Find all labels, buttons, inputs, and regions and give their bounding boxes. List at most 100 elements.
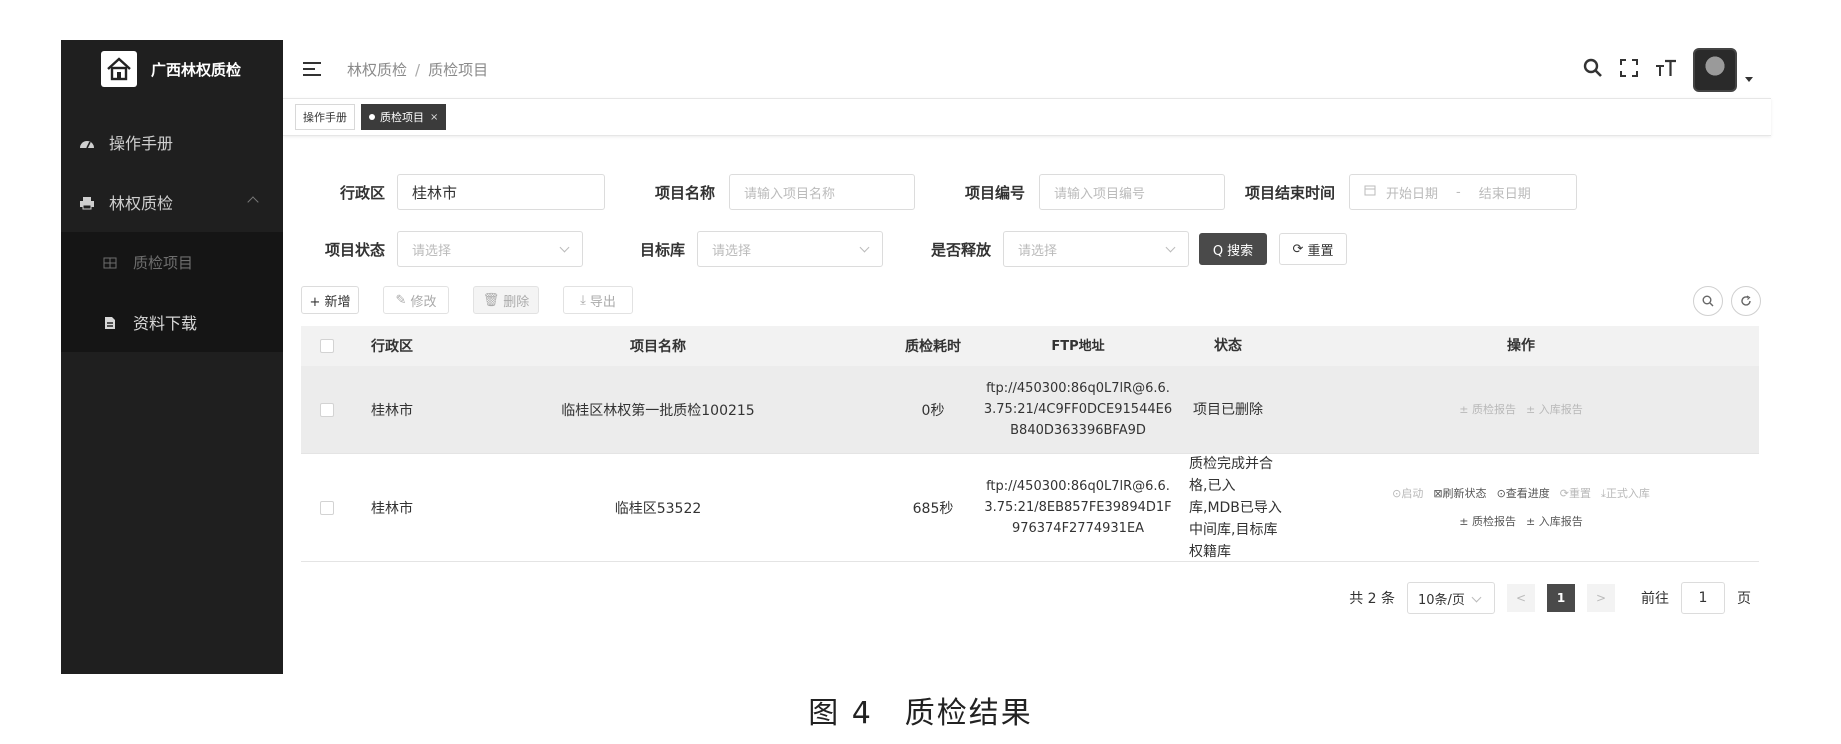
start-date: 开始日期: [1386, 186, 1439, 202]
column-header: 操作: [1507, 338, 1535, 354]
breadcrumb: 林权质检 / 质检项目: [347, 59, 488, 80]
cell-ftp: ftp://450300:86q0L7lR@6.6.3.75:21/8EB857…: [984, 479, 1172, 536]
sidebar-item-download[interactable]: 资料下载: [61, 292, 283, 352]
project-name-input[interactable]: 请输入项目名称: [729, 174, 915, 210]
close-icon[interactable]: ×: [430, 112, 438, 123]
chevron-down-icon: [1165, 242, 1176, 253]
column-header: 行政区: [371, 339, 413, 355]
sidebar: 广西林权质检 操作手册 林权质检 质检项目 资料下载: [61, 40, 283, 674]
grid-icon: [103, 255, 119, 269]
date-range-picker[interactable]: 开始日期 - 结束日期: [1349, 174, 1577, 210]
cell-district: 桂林市: [371, 402, 413, 419]
chevron-down-icon[interactable]: [1745, 76, 1753, 82]
target-placeholder: 请选择: [712, 243, 752, 259]
ops-line-1: ⊙启动 ⊠刷新状态 ⊙查看进度 ⟳重置 ⤓正式入库: [1283, 480, 1759, 508]
cell-district: 桂林市: [371, 500, 413, 517]
tab-qc-project[interactable]: 质检项目 ×: [361, 104, 447, 130]
sidebar-item-forestry-qc[interactable]: 林权质检: [61, 172, 283, 232]
search-row-1: 行政区 桂林市 项目名称 请输入项目名称 项目编号 请输入项目编号 项目结束时间…: [283, 174, 1577, 210]
logo[interactable]: 广西林权质检: [61, 40, 283, 98]
search-row-2: 项目状态 请选择 目标库 请选择 是否释放 请选择 Q 搜索 ⟳ 重置: [283, 231, 1347, 267]
refresh-status-link[interactable]: ⊠刷新状态: [1433, 487, 1486, 500]
search-button[interactable]: Q 搜索: [1199, 233, 1267, 265]
chevron-down-icon: [1471, 592, 1482, 603]
figure-caption: 图 4 质检结果: [808, 696, 1033, 731]
data-table: 行政区 项目名称 质检耗时 FTP地址 状态 操作 桂林市 临桂区林权第一批质检…: [301, 326, 1759, 562]
released-select[interactable]: 请选择: [1003, 231, 1189, 267]
chevron-down-icon: [859, 242, 870, 253]
cell-status: 项目已删除: [1193, 401, 1263, 418]
cell-operations: ± 质检报告 ± 入库报告: [1283, 396, 1759, 424]
search-icon[interactable]: [1583, 58, 1603, 82]
reset-button[interactable]: ⟳ 重置: [1279, 233, 1347, 265]
target-select[interactable]: 请选择: [697, 231, 883, 267]
status-select[interactable]: 请选择: [397, 231, 583, 267]
goto-page-input[interactable]: 1: [1681, 582, 1725, 614]
cell-ftp: ftp://450300:86q0L7lR@6.6.3.75:21/4C9FF0…: [983, 381, 1173, 438]
view-progress-link[interactable]: ⊙查看进度: [1497, 487, 1550, 500]
formal-import-link[interactable]: ⤓正式入库: [1601, 487, 1650, 500]
refresh-table-button[interactable]: [1731, 286, 1761, 316]
table-row[interactable]: 桂林市 临桂区林权第一批质检100215 0秒 ftp://450300:86q…: [301, 366, 1759, 454]
qc-report-link[interactable]: ± 质检报告: [1459, 403, 1516, 416]
page-size-select[interactable]: 10条/页: [1407, 582, 1495, 614]
pagination: 共 2 条 10条/页 < 1 > 前往 1 页: [1349, 582, 1751, 614]
download-icon: ⤓: [580, 292, 586, 308]
reset-label: 重置: [1307, 243, 1334, 259]
column-header: 质检耗时: [905, 339, 961, 355]
sidebar-item-qc-project[interactable]: 质检项目: [61, 232, 283, 292]
page-1-button[interactable]: 1: [1547, 584, 1575, 612]
breadcrumb-current: 质检项目: [428, 60, 489, 79]
toggle-search-button[interactable]: [1693, 286, 1723, 316]
total-count: 共 2 条: [1349, 591, 1395, 607]
table-row[interactable]: 桂林市 临桂区53522 685秒 ftp://450300:86q0L7lR@…: [301, 454, 1759, 562]
storage-report-link[interactable]: ± 入库报告: [1526, 403, 1583, 416]
calendar-icon: [1364, 184, 1376, 200]
cell-operations: ⊙启动 ⊠刷新状态 ⊙查看进度 ⟳重置 ⤓正式入库 ± 质检报告 ± 入库报告: [1283, 480, 1759, 536]
navbar-actions: [1583, 48, 1753, 92]
district-input[interactable]: 桂林市: [397, 174, 605, 210]
select-all-checkbox[interactable]: [301, 339, 353, 353]
breadcrumb-root[interactable]: 林权质检: [347, 61, 407, 79]
trash-icon: 🗑: [482, 292, 500, 308]
row-checkbox[interactable]: [301, 402, 353, 417]
app-title: 广西林权质检: [151, 60, 242, 79]
storage-report-link[interactable]: ± 入库报告: [1526, 515, 1583, 528]
cell-project-name: 临桂区林权第一批质检100215: [561, 402, 755, 419]
column-header: 状态: [1214, 338, 1242, 354]
font-size-icon[interactable]: [1655, 58, 1677, 82]
search-icon: [1702, 295, 1714, 307]
reset-link[interactable]: ⟳重置: [1560, 487, 1591, 500]
sidebar-item-label: 质检项目: [133, 253, 194, 272]
add-button[interactable]: + 新增: [301, 286, 359, 314]
sidebar-item-manual[interactable]: 操作手册: [61, 112, 283, 172]
chevron-up-icon: [247, 196, 259, 208]
fullscreen-icon[interactable]: [1619, 58, 1639, 82]
export-button[interactable]: ⤓ 导出: [563, 286, 633, 314]
page-size-value: 10条/页: [1418, 592, 1465, 608]
refresh-icon: ⟳: [1292, 241, 1304, 257]
tab-label: 操作手册: [303, 111, 347, 124]
chevron-down-icon: [559, 242, 570, 253]
avatar[interactable]: [1693, 48, 1737, 92]
document-icon: [103, 315, 119, 329]
status-placeholder: 请选择: [412, 243, 452, 259]
delete-label: 删除: [503, 294, 530, 310]
app-window: 广西林权质检 操作手册 林权质检 质检项目 资料下载 林权质检 / 质检项目 操…: [61, 40, 1771, 674]
next-page-button[interactable]: >: [1587, 584, 1615, 612]
cell-project-name: 临桂区53522: [614, 500, 702, 517]
tab-manual[interactable]: 操作手册: [295, 104, 355, 130]
delete-button[interactable]: 🗑 删除: [473, 286, 539, 314]
end-time-label: 项目结束时间: [1244, 183, 1335, 202]
released-label: 是否释放: [930, 240, 991, 259]
prev-page-button[interactable]: <: [1507, 584, 1535, 612]
navbar: 林权质检 / 质检项目: [283, 40, 1771, 98]
qc-report-link[interactable]: ± 质检报告: [1459, 515, 1516, 528]
printer-icon: [79, 195, 95, 210]
row-checkbox[interactable]: [301, 500, 353, 515]
start-link[interactable]: ⊙启动: [1392, 487, 1423, 500]
project-code-input[interactable]: 请输入项目编号: [1039, 174, 1225, 210]
edit-button[interactable]: ✎ 修改: [383, 286, 449, 314]
menu-toggle-icon[interactable]: [303, 61, 321, 77]
released-placeholder: 请选择: [1018, 243, 1058, 259]
